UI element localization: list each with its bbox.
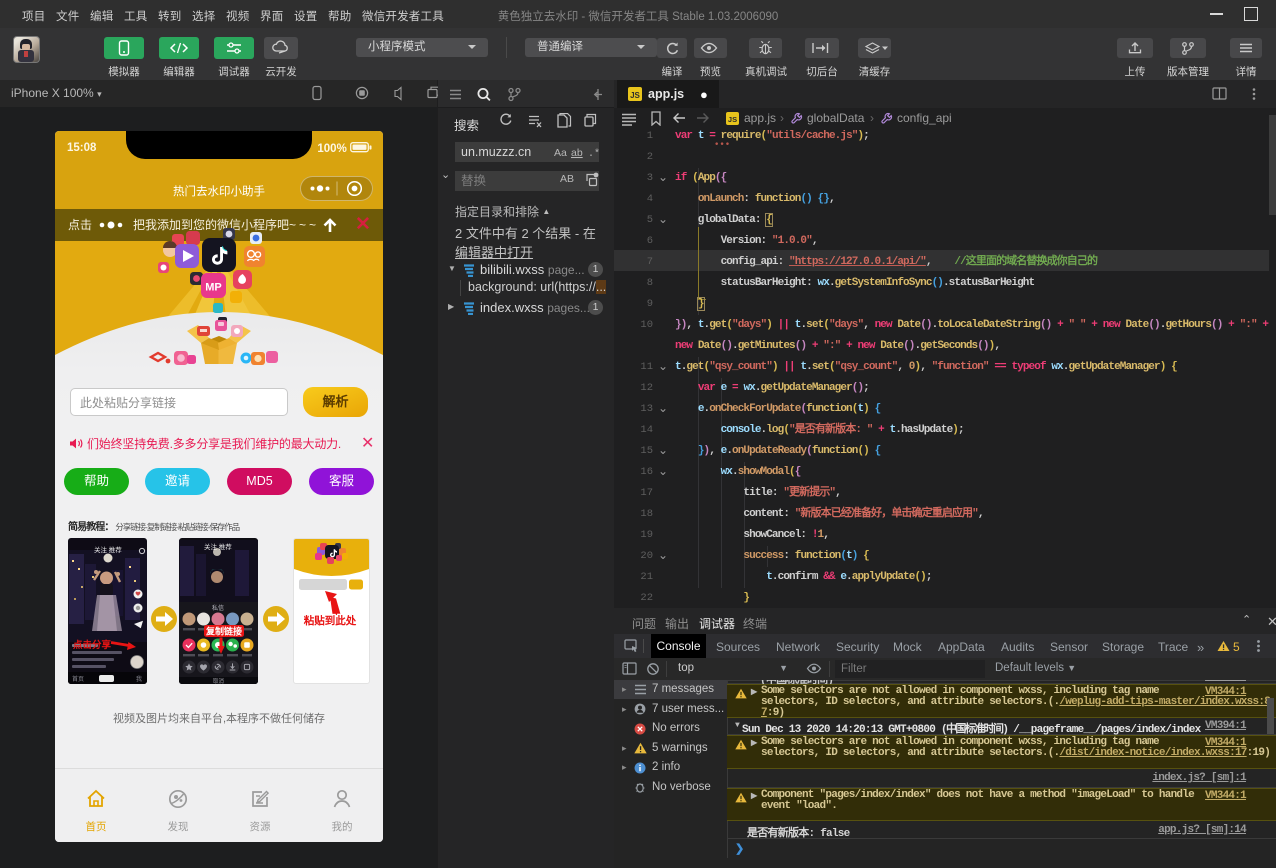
svg-text:取消: 取消 [213, 677, 225, 684]
svg-text:JS: JS [728, 115, 737, 124]
svg-text:MP: MP [205, 282, 222, 294]
svg-text:复制链接: 复制链接 [205, 626, 242, 637]
svg-text:JS: JS [630, 91, 640, 100]
svg-text:Aa: Aa [554, 147, 567, 159]
svg-text:粘贴到此处: 粘贴到此处 [304, 614, 357, 627]
svg-text:关注 推荐: 关注 推荐 [204, 542, 232, 551]
svg-text:我: 我 [136, 675, 142, 683]
svg-text:私信: 私信 [212, 604, 224, 612]
svg-text:关注 推荐: 关注 推荐 [94, 545, 122, 554]
svg-text:ab: ab [571, 147, 583, 159]
svg-text:点击分享: 点击分享 [73, 639, 112, 651]
svg-text:.*: .* [588, 148, 600, 159]
svg-text:首页: 首页 [72, 675, 84, 683]
